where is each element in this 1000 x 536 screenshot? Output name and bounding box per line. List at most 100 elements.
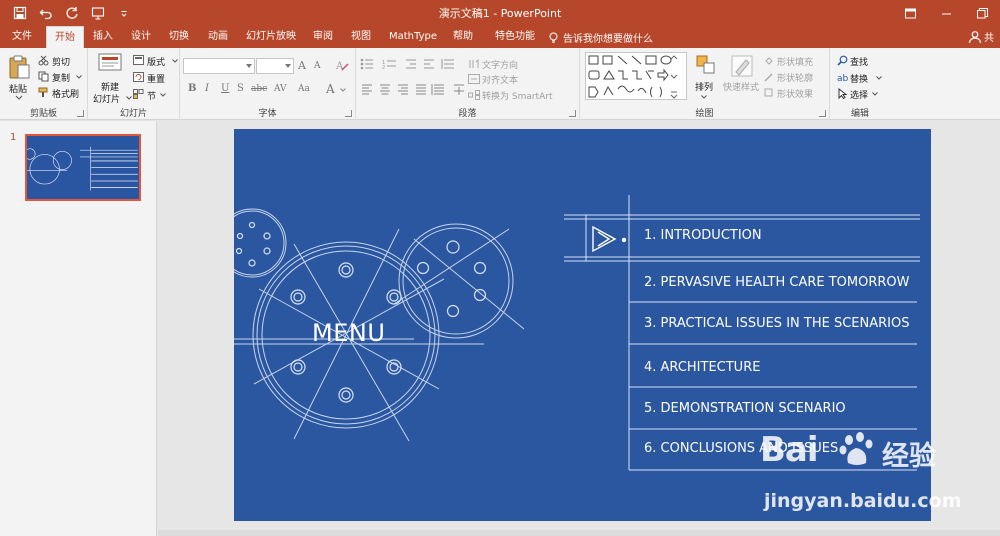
paw-icon [839, 432, 873, 465]
chevron-down-icon[interactable] [872, 92, 878, 96]
chevron-down-icon[interactable] [172, 59, 178, 63]
chevron-down-icon[interactable] [701, 95, 707, 99]
menu-item-2[interactable]: 2. PERVASIVE HEALTH CARE TOMORROW [644, 275, 910, 290]
drawing-launcher[interactable] [819, 110, 826, 117]
alignment-buttons-icon[interactable] [362, 83, 468, 95]
menu-item-5[interactable]: 5. DEMONSTRATION SCENARIO [644, 401, 846, 416]
svg-text:A: A [335, 61, 344, 72]
ribbon-tabs: 文件 开始 插入 设计 切换 动画 幻灯片放映 审阅 视图 MathType 帮… [0, 26, 1000, 48]
tab-view[interactable]: 视图 [344, 26, 378, 48]
menu-item-1[interactable]: 1. INTRODUCTION [644, 228, 762, 243]
share-button[interactable]: 共 [968, 29, 994, 44]
align-text-button[interactable]: 对齐文本 [482, 73, 518, 86]
shape-outline-button[interactable]: 形状轮廓 [777, 71, 813, 84]
clipboard-launcher[interactable] [77, 110, 84, 117]
powerpoint-window: 演示文稿1 - PowerPoint 文件 开始 插入 设计 切换 动画 幻灯片… [0, 0, 1000, 536]
bullet-dot [621, 237, 627, 243]
font-color-button[interactable]: A [326, 82, 335, 96]
horizontal-scrollbar[interactable] [158, 530, 1000, 536]
tab-mathtype[interactable]: MathType [384, 26, 442, 48]
paste-label[interactable]: 粘贴 [9, 82, 27, 95]
tab-slideshow[interactable]: 幻灯片放映 [240, 26, 302, 48]
redo-button[interactable] [60, 3, 84, 23]
slide-thumbnail[interactable] [25, 134, 141, 201]
share-label: 共 [984, 33, 994, 44]
group-drawing: 排列 快速样式 形状填充 形状轮廓 形状效果 绘图 [580, 48, 830, 120]
tab-review[interactable]: 审阅 [306, 26, 340, 48]
paste-button[interactable] [8, 54, 30, 80]
group-paragraph: 12 文字方向 对齐文本 转换为 SmartArt 段落 [356, 48, 580, 120]
grow-font-button[interactable]: A [298, 59, 306, 72]
tab-design[interactable]: 设计 [124, 26, 158, 48]
change-case-button[interactable]: Aa [298, 84, 310, 94]
menu-item-4[interactable]: 4. ARCHITECTURE [644, 360, 760, 375]
paragraph-launcher[interactable] [569, 110, 576, 117]
strikethrough-button[interactable]: abc [251, 84, 267, 94]
save-button[interactable] [8, 3, 32, 23]
quick-access-toolbar [8, 3, 136, 23]
chevron-down-icon[interactable] [126, 96, 132, 100]
new-slide-label-2[interactable]: 幻灯片 [93, 92, 120, 105]
cut-button[interactable]: 剪切 [52, 55, 70, 68]
chevron-down-icon[interactable] [340, 88, 346, 92]
group-slides: 新建 幻灯片 版式 重置 节 幻灯片 [88, 48, 180, 120]
slide-title[interactable]: MENU [312, 319, 385, 347]
chevron-down-icon[interactable] [876, 76, 882, 80]
reset-button[interactable]: 重置 [147, 72, 165, 85]
new-slide-button[interactable] [98, 53, 122, 75]
section-button[interactable]: 节 [147, 89, 156, 102]
tab-help[interactable]: 帮助 [446, 26, 480, 48]
shape-fill-button[interactable]: 形状填充 [777, 55, 813, 68]
chevron-down-icon[interactable] [76, 75, 82, 79]
lightbulb-icon [549, 32, 558, 43]
select-button[interactable]: 选择 [850, 88, 868, 101]
chevron-down-icon[interactable] [160, 93, 166, 97]
group-editing: 查找 ab 替换 选择 编辑 [830, 48, 890, 120]
tab-home[interactable]: 开始 [46, 26, 84, 48]
tell-me-box[interactable]: 告诉我你想要做什么 [548, 26, 653, 48]
convert-smartart-button[interactable]: 转换为 SmartArt [482, 89, 552, 102]
tab-featured[interactable]: 特色功能 [486, 26, 544, 48]
shape-effects-button[interactable]: 形状效果 [777, 87, 813, 100]
watermark-brand-cn: 经验 [882, 441, 936, 472]
replace-button[interactable]: 替换 [850, 72, 868, 85]
gallery-scroll-icon[interactable] [670, 54, 678, 100]
list-buttons-icon[interactable]: 12 [360, 58, 470, 70]
tab-transitions[interactable]: 切换 [162, 26, 196, 48]
bold-button[interactable]: B [188, 83, 196, 94]
layout-button[interactable]: 版式 [147, 55, 165, 68]
copy-button[interactable]: 复制 [52, 71, 70, 84]
quick-styles-icon [731, 55, 753, 77]
find-button[interactable]: 查找 [850, 55, 868, 68]
reset-icon [133, 72, 144, 82]
baidu-watermark: Bai 经验 jingyan.baidu.com [760, 430, 1000, 525]
quick-styles-button[interactable]: 快速样式 [723, 80, 759, 93]
group-font: A A A B I U S abc AV Aa A 字体 [180, 48, 356, 120]
tab-file[interactable]: 文件 [4, 26, 40, 48]
menu-item-3[interactable]: 3. PRACTICAL ISSUES IN THE SCENARIOS [644, 316, 909, 331]
tab-animations[interactable]: 动画 [200, 26, 236, 48]
start-from-beginning-button[interactable] [86, 3, 110, 23]
underline-button[interactable]: U [221, 83, 229, 94]
window-controls [892, 0, 1000, 26]
shrink-font-button[interactable]: A [314, 61, 321, 71]
format-painter-button[interactable]: 格式刷 [52, 87, 79, 100]
smartart-icon [468, 90, 480, 100]
clear-formatting-icon[interactable]: A [335, 59, 349, 72]
character-spacing-button[interactable]: AV [274, 84, 287, 94]
customize-qat-button[interactable] [112, 3, 136, 23]
font-name-combo[interactable] [183, 58, 255, 74]
format-painter-icon [38, 87, 48, 97]
font-size-combo[interactable] [256, 58, 294, 74]
restore-button[interactable] [964, 0, 1000, 26]
minimize-button[interactable] [928, 0, 964, 26]
text-direction-button[interactable]: 文字方向 [482, 58, 518, 71]
arrange-button[interactable]: 排列 [695, 80, 713, 93]
ribbon-display-options-button[interactable] [892, 0, 928, 26]
shadow-button[interactable]: S [237, 83, 244, 94]
italic-button[interactable]: I [205, 83, 209, 94]
chevron-down-icon[interactable] [15, 95, 23, 100]
undo-button[interactable] [34, 3, 58, 23]
tab-insert[interactable]: 插入 [86, 26, 120, 48]
font-launcher[interactable] [345, 110, 352, 117]
